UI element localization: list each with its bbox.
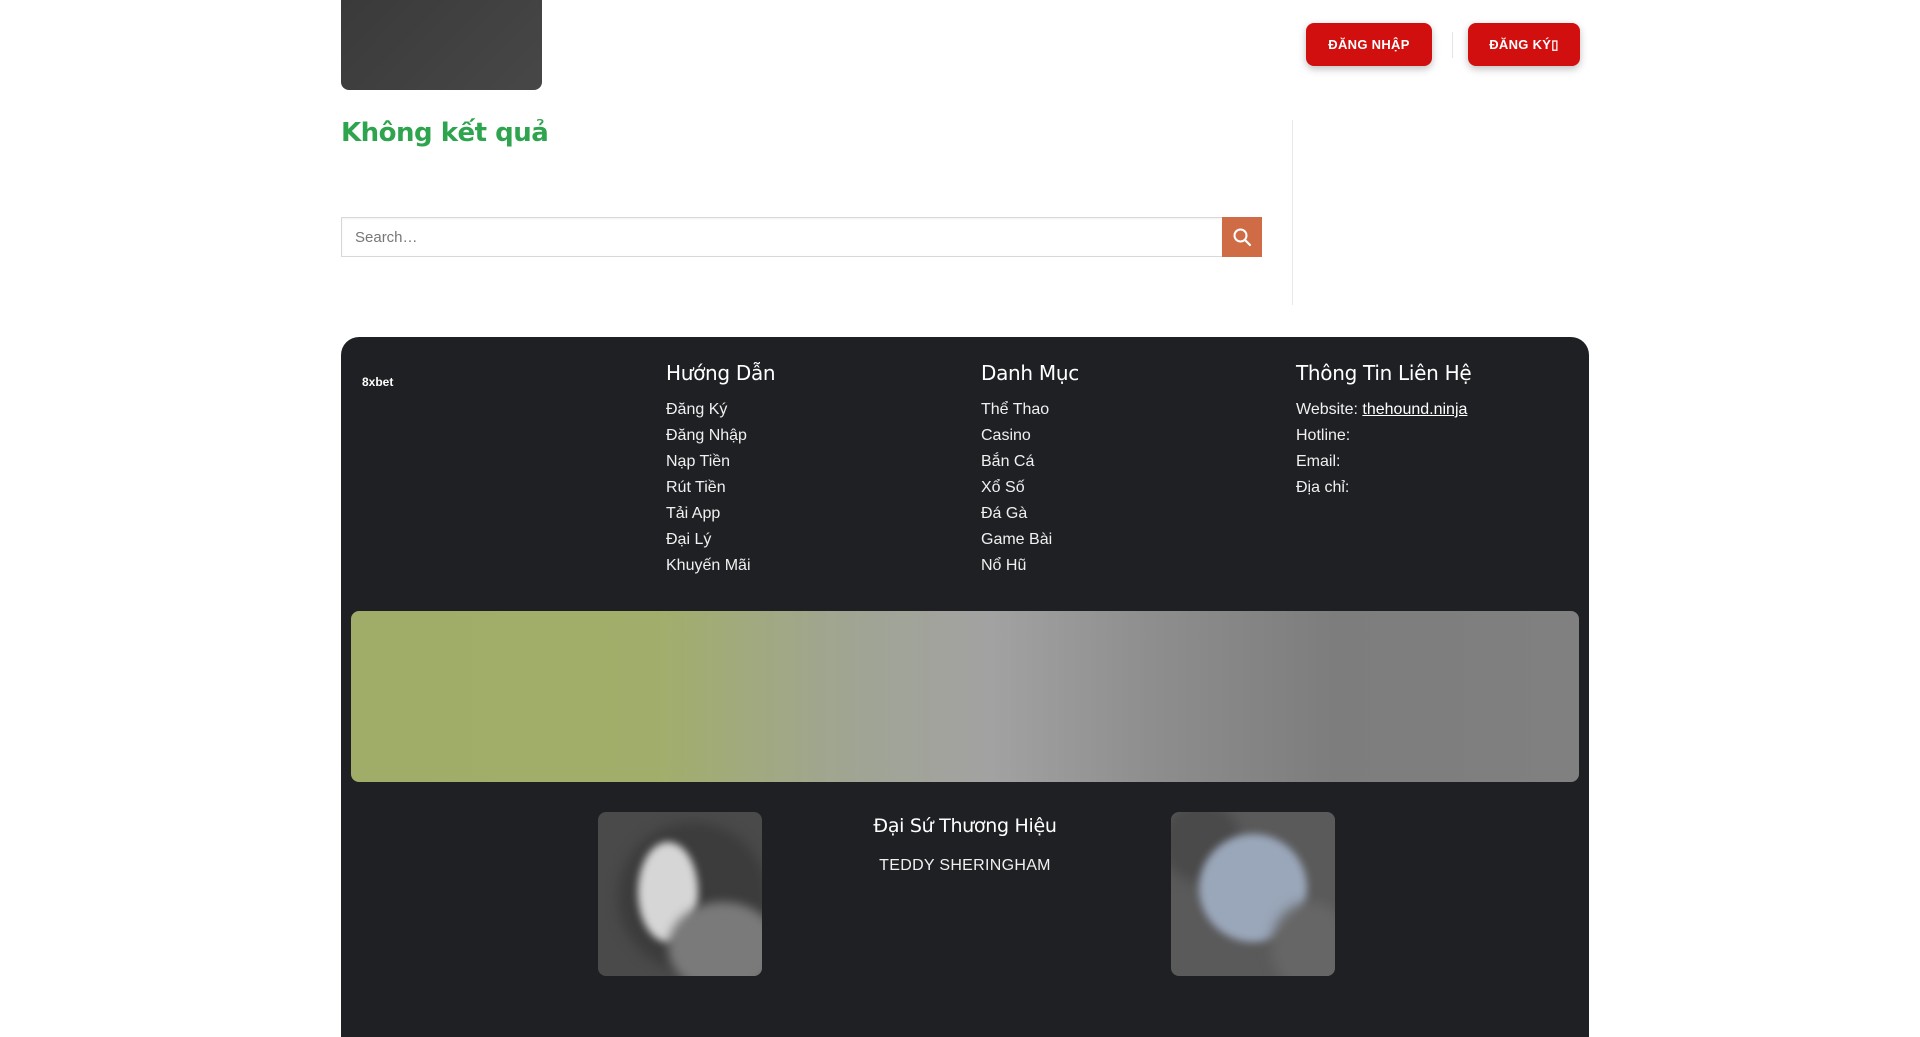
contact-website-label: Website: xyxy=(1296,401,1358,418)
contact-website: Website: thehound.ninja xyxy=(1296,397,1471,423)
footer-category-link[interactable]: Thể Thao xyxy=(981,397,1079,423)
footer-guide-link[interactable]: Rút Tiền xyxy=(666,475,775,501)
header-divider xyxy=(1452,32,1453,58)
contact-hotline: Hotline: xyxy=(1296,427,1351,444)
footer-category-column: Danh Mục Thể Thao Casino Bắn Cá Xổ Số Đá… xyxy=(981,361,1079,579)
ambassador-name: TEDDY SHERINGHAM xyxy=(879,857,1051,874)
footer-category-link[interactable]: Xổ Số xyxy=(981,475,1079,501)
footer-category-link[interactable]: Game Bài xyxy=(981,527,1079,553)
footer-guide-link[interactable]: Đại Lý xyxy=(666,527,775,553)
site-logo[interactable] xyxy=(341,0,542,90)
footer-category-title: Danh Mục xyxy=(981,361,1079,385)
footer-contact-title: Thông Tin Liên Hệ xyxy=(1296,361,1472,385)
footer-category-link[interactable]: Nổ Hũ xyxy=(981,553,1079,579)
search-form xyxy=(341,217,1262,257)
footer-category-link[interactable]: Đá Gà xyxy=(981,501,1079,527)
footer-brand[interactable]: 8xbet xyxy=(362,375,393,389)
search-button[interactable] xyxy=(1222,217,1262,257)
footer-guide-link[interactable]: Tải App xyxy=(666,501,775,527)
search-input[interactable] xyxy=(341,217,1222,257)
sidebar-divider xyxy=(1292,120,1293,305)
login-button[interactable]: ĐĂNG NHẬP xyxy=(1306,23,1432,66)
register-button[interactable]: ĐĂNG KÝ▯ xyxy=(1468,23,1580,66)
footer-contact-column: Thông Tin Liên Hệ Website: thehound.ninj… xyxy=(1296,361,1472,501)
footer-guide-column: Hướng Dẫn Đăng Ký Đăng Nhập Nạp Tiền Rút… xyxy=(666,361,776,579)
search-icon xyxy=(1232,227,1252,247)
ambassador-photo-right xyxy=(1171,812,1335,976)
footer-guide-title: Hướng Dẫn xyxy=(666,361,776,385)
site-footer: 8xbet Hướng Dẫn Đăng Ký Đăng Nhập Nạp Ti… xyxy=(341,337,1589,1037)
contact-address: Địa chỉ: xyxy=(1296,479,1350,496)
footer-guide-link[interactable]: Nạp Tiền xyxy=(666,449,775,475)
page-title: Không kết quả xyxy=(341,118,549,148)
footer-category-link[interactable]: Casino xyxy=(981,423,1079,449)
promo-banner[interactable] xyxy=(351,611,1579,782)
footer-category-link[interactable]: Bắn Cá xyxy=(981,449,1079,475)
contact-email: Email: xyxy=(1296,453,1341,470)
footer-guide-link[interactable]: Đăng Ký xyxy=(666,397,775,423)
ambassador-title: Đại Sứ Thương Hiệu xyxy=(873,815,1057,837)
footer-guide-link[interactable]: Khuyến Mãi xyxy=(666,553,775,579)
contact-website-link[interactable]: thehound.ninja xyxy=(1362,401,1467,418)
footer-guide-link[interactable]: Đăng Nhập xyxy=(666,423,775,449)
